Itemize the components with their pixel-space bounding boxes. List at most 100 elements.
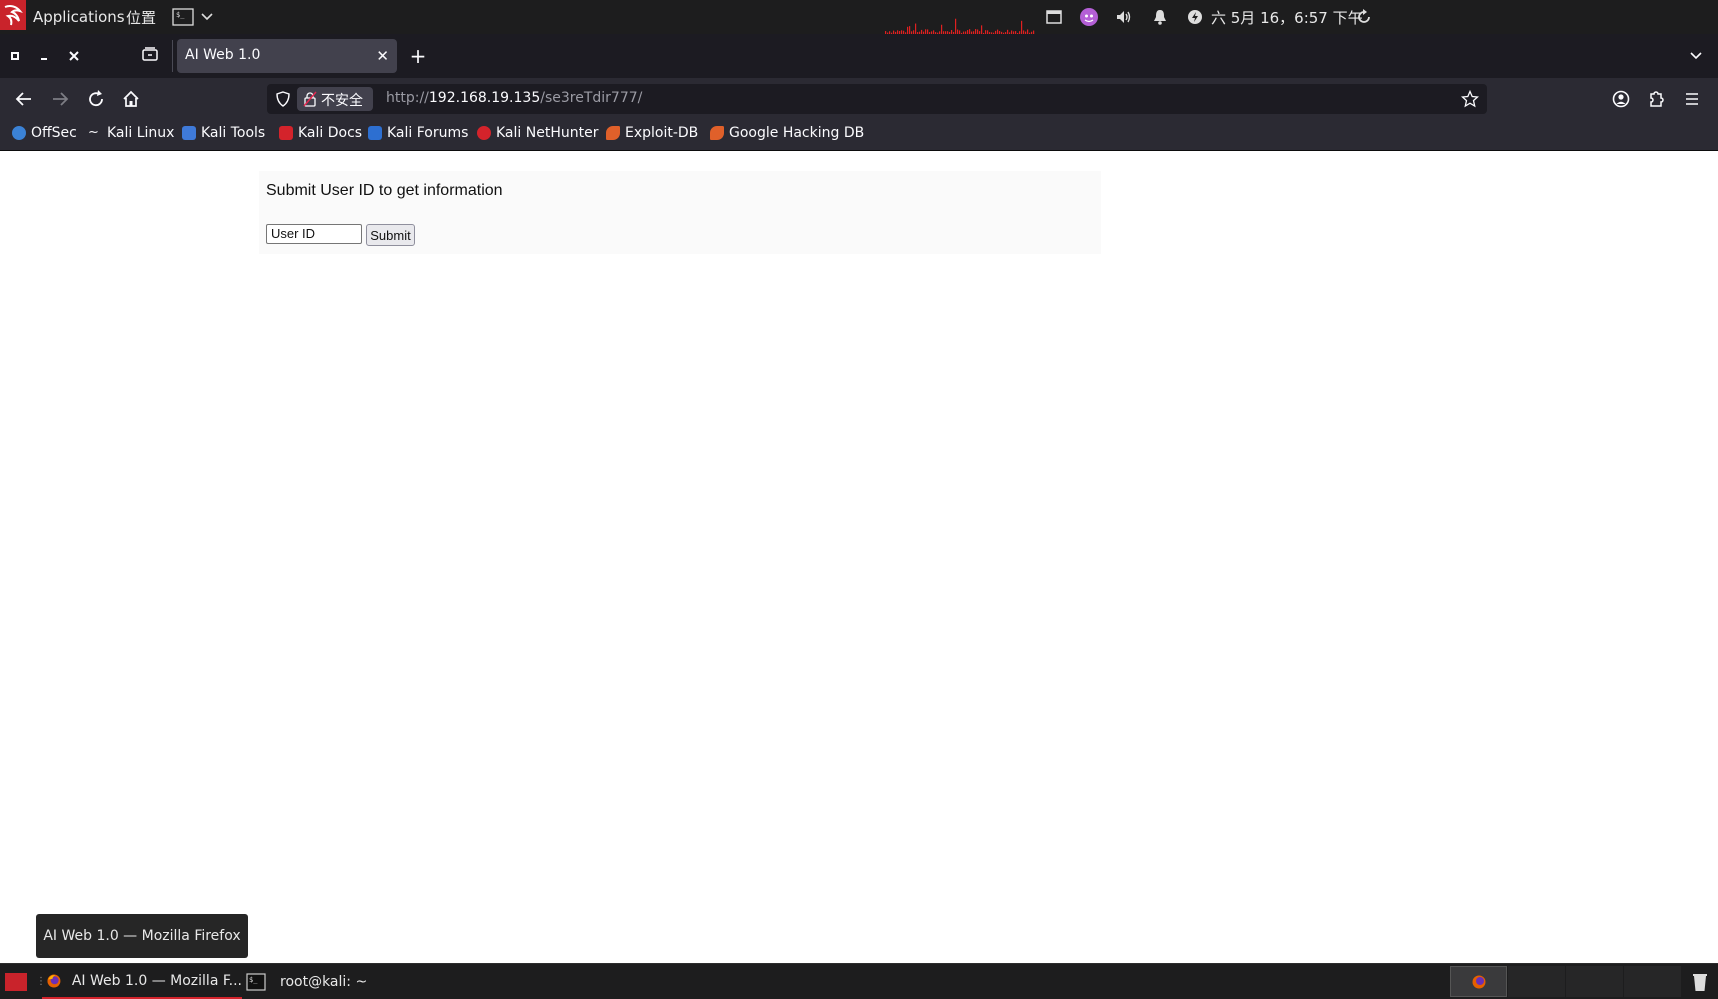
new-tab-button[interactable]: + [408, 46, 428, 66]
workspace-1[interactable] [1450, 966, 1507, 997]
offsec-icon [12, 126, 26, 140]
bookmark-label: Kali Forums [387, 125, 469, 141]
submit-button[interactable]: Submit [366, 224, 415, 246]
bookmark-star-icon[interactable] [1461, 90, 1479, 108]
cpu-graph-bar [981, 25, 983, 34]
bookmark-kali-docs[interactable]: Kali Docs [279, 125, 362, 141]
tab-manager-icon [142, 47, 158, 61]
kali-menu-icon[interactable] [0, 0, 26, 30]
cpu-graph-bar [955, 18, 957, 34]
url-bar[interactable]: 不安全 http://192.168.19.135/se3reTdir777/ [267, 84, 1487, 114]
applications-menu[interactable]: Applications [33, 0, 125, 34]
user-id-form: Submit User ID to get information User I… [259, 171, 1101, 254]
maximize-icon [11, 52, 19, 60]
account-icon[interactable] [1609, 88, 1633, 110]
tab-title: AI Web 1.0 [185, 47, 261, 63]
bookmark-exploit-db[interactable]: Exploit-DB [606, 125, 698, 141]
workspace-2[interactable] [1508, 966, 1565, 997]
tab-close-icon[interactable]: ✕ [376, 47, 389, 65]
workspace-3[interactable] [1566, 966, 1623, 997]
window-close-button[interactable] [64, 46, 84, 66]
places-menu[interactable]: 位置 [126, 0, 156, 34]
url-host: 192.168.19.135 [428, 90, 541, 106]
window-list-icon[interactable] [1045, 8, 1063, 26]
avatar-icon[interactable] [1080, 8, 1098, 26]
top-panel: Applications 位置 $_ 六 5月 16，6:57 下午 [0, 0, 1718, 34]
list-all-tabs-button[interactable] [1686, 46, 1706, 66]
bookmarks-toolbar: OffSec ~ Kali Linux Kali Tools Kali Docs… [0, 120, 1718, 151]
terminal-icon: $_ [246, 972, 266, 991]
power-status-icon[interactable] [1186, 8, 1204, 26]
ghdb-icon [710, 126, 724, 140]
firefox-icon [47, 974, 61, 987]
browser-tab-bar: AI Web 1.0 ✕ + [0, 34, 1718, 78]
taskbar-item-firefox[interactable]: AI Web 1.0 — Mozilla F... [42, 964, 242, 999]
cpu-graph-bar [907, 26, 909, 34]
cpu-graph-bar [1021, 20, 1023, 34]
bookmark-label: Exploit-DB [625, 125, 699, 141]
firefox-icon [1472, 975, 1486, 989]
bookmark-label: Google Hacking DB [729, 125, 865, 141]
navigation-toolbar: 不安全 http://192.168.19.135/se3reTdir777/ [0, 78, 1718, 120]
insecure-lock-icon [303, 91, 317, 107]
taskbar-tooltip: AI Web 1.0 — Mozilla Firefox [36, 914, 248, 958]
taskbar-item-label: AI Web 1.0 — Mozilla F... [71, 972, 242, 989]
tab-active[interactable]: AI Web 1.0 ✕ [177, 39, 397, 73]
bookmark-label: Kali NetHunter [496, 125, 599, 141]
taskbar-item-label: root@kali: ~ [280, 973, 368, 990]
session-refresh-icon[interactable] [1355, 8, 1373, 26]
bookmark-label: Kali Docs [298, 125, 363, 141]
svg-text:$_: $_ [176, 11, 185, 19]
nethunter-icon [477, 126, 491, 140]
notifications-bell-icon[interactable] [1151, 8, 1169, 26]
terminal-launcher[interactable]: $_ [172, 0, 214, 34]
cpu-usage-graph [885, 18, 1035, 34]
bookmark-offsec[interactable]: OffSec [12, 125, 77, 141]
plus-icon: + [409, 44, 427, 68]
extensions-icon[interactable] [1644, 88, 1668, 110]
bookmark-kali-linux[interactable]: ~ Kali Linux [88, 125, 174, 141]
svg-text:$_: $_ [249, 976, 258, 984]
home-icon[interactable] [119, 88, 143, 110]
desktop-icon [5, 972, 27, 991]
kali-dragon-icon: ~ [88, 125, 99, 140]
hamburger-menu-icon[interactable] [1680, 88, 1704, 110]
show-desktop-button[interactable] [5, 964, 27, 999]
chevron-down-icon [1690, 52, 1702, 60]
tab-manager-button[interactable] [140, 46, 160, 66]
minimize-icon [41, 58, 47, 60]
places-label: 位置 [126, 8, 157, 27]
form-prompt: Submit User ID to get information [266, 182, 503, 199]
bottom-taskbar: ⋮ AI Web 1.0 — Mozilla F... $_ root@kali… [0, 963, 1718, 999]
bookmark-google-hacking-db[interactable]: Google Hacking DB [710, 125, 864, 141]
trash-icon[interactable] [1690, 971, 1710, 993]
bookmark-kali-nethunter[interactable]: Kali NetHunter [477, 125, 598, 141]
back-arrow-icon[interactable] [12, 88, 36, 110]
kali-docs-icon [279, 126, 293, 140]
clock-text: 六 5月 16，6:57 下午 [1211, 8, 1363, 27]
bookmark-label: Kali Tools [201, 125, 266, 141]
taskbar-item-terminal[interactable]: $_ root@kali: ~ [246, 964, 367, 999]
close-icon [69, 51, 79, 61]
tracking-protection-shield-icon[interactable] [275, 91, 291, 107]
applications-label: Applications [33, 8, 125, 26]
bookmark-label: OffSec [31, 125, 77, 141]
clock[interactable]: 六 5月 16，6:57 下午 [1211, 0, 1363, 34]
url-scheme: http:// [386, 90, 429, 106]
bookmark-kali-tools[interactable]: Kali Tools [182, 125, 265, 141]
not-secure-badge[interactable]: 不安全 [297, 87, 373, 111]
url-path: /se3reTdir777/ [540, 90, 643, 106]
volume-icon[interactable] [1115, 8, 1133, 26]
cpu-graph-bar [915, 23, 917, 34]
workspace-4[interactable] [1624, 966, 1681, 997]
forward-arrow-icon[interactable] [48, 88, 72, 110]
exploit-db-icon [606, 126, 620, 140]
url-text[interactable]: http://192.168.19.135/se3reTdir777/ [386, 90, 642, 106]
bookmark-kali-forums[interactable]: Kali Forums [368, 125, 468, 141]
kali-forums-icon [368, 126, 382, 140]
kali-tools-icon [182, 126, 196, 140]
reload-icon[interactable] [84, 88, 108, 110]
window-minimize-button[interactable] [34, 46, 54, 66]
user-id-input[interactable]: User ID [266, 224, 362, 244]
window-maximize-button[interactable] [5, 46, 25, 66]
